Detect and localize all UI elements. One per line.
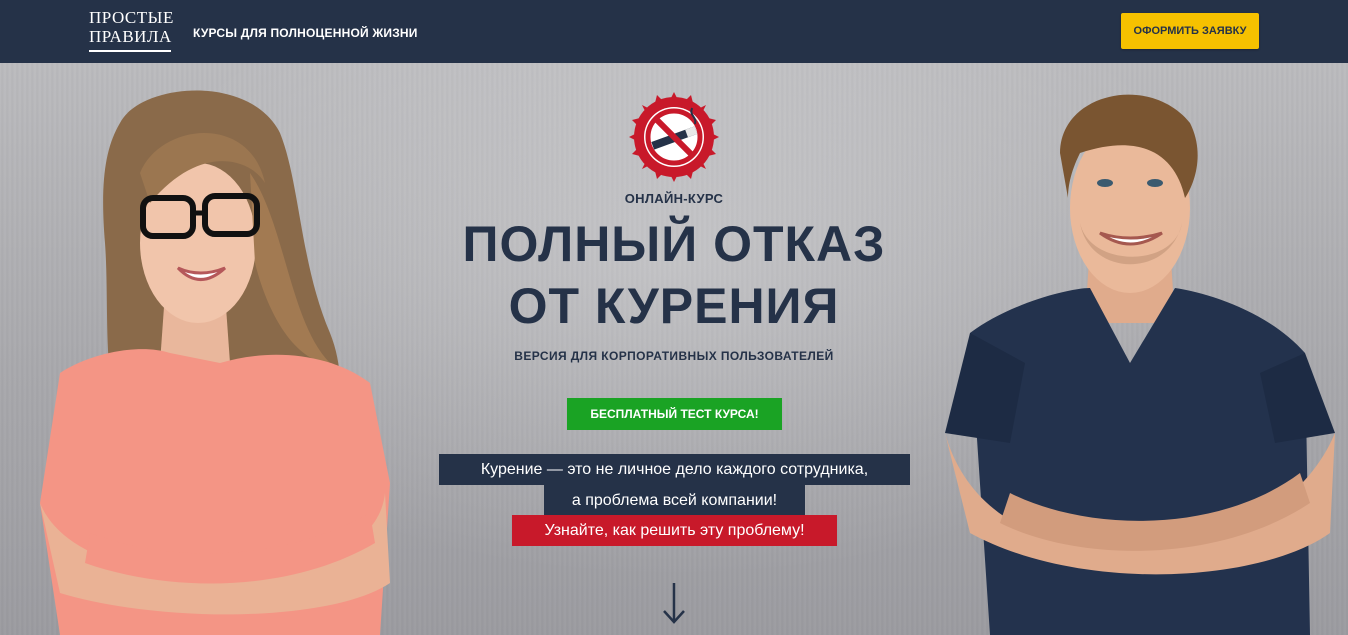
page-title: ПОЛНЫЙ ОТКАЗ ОТ КУРЕНИЯ <box>374 213 974 337</box>
message-line-1: Курение — это не личное дело каждого сот… <box>439 454 910 485</box>
header-tagline: КУРСЫ ДЛЯ ПОЛНОЦЕННОЙ ЖИЗНИ <box>193 26 418 40</box>
logo-line-2: ПРАВИЛА <box>89 27 172 46</box>
title-line-1: ПОЛНЫЙ ОТКАЗ <box>462 216 886 272</box>
logo-line-1: ПРОСТЫЕ <box>89 8 174 27</box>
logo[interactable]: ПРОСТЫЕ ПРАВИЛА <box>89 8 173 52</box>
arrow-down-icon[interactable] <box>662 581 686 625</box>
no-smoking-icon <box>629 92 719 182</box>
message-line-2: а проблема всей компании! <box>544 485 805 516</box>
message-line-3: Узнайте, как решить эту проблему! <box>512 515 837 546</box>
version-label: ВЕРСИЯ ДЛЯ КОРПОРАТИВНЫХ ПОЛЬЗОВАТЕЛЕЙ <box>514 349 834 363</box>
free-test-button[interactable]: БЕСПЛАТНЫЙ ТЕСТ КУРСА! <box>567 398 782 430</box>
hero-section: ОНЛАЙН-КУРС ПОЛНЫЙ ОТКАЗ ОТ КУРЕНИЯ ВЕРС… <box>0 63 1348 635</box>
top-header: ПРОСТЫЕ ПРАВИЛА КУРСЫ ДЛЯ ПОЛНОЦЕННОЙ ЖИ… <box>0 0 1348 63</box>
submit-application-button[interactable]: ОФОРМИТЬ ЗАЯВКУ <box>1121 13 1259 49</box>
logo-underline <box>89 50 171 52</box>
title-line-2: ОТ КУРЕНИЯ <box>508 278 840 334</box>
online-course-label: ОНЛАЙН-КУРС <box>624 191 724 206</box>
